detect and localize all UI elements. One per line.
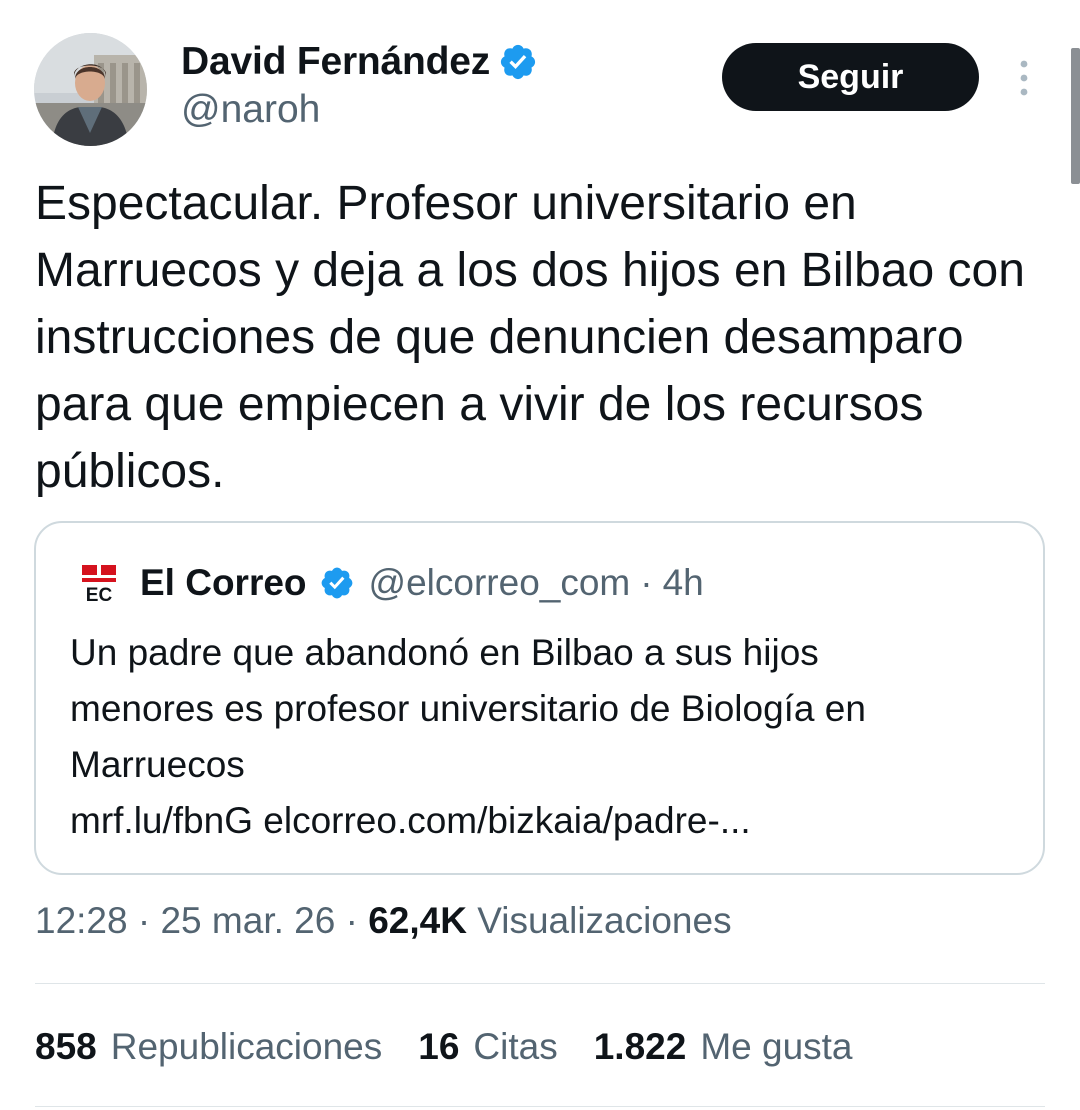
avatar-image xyxy=(34,33,147,146)
quoted-tweet-text: Un padre que abandonó en Bilbao a sus hi… xyxy=(70,625,1030,849)
quoted-meta-separator: · xyxy=(640,562,653,603)
tweet-date[interactable]: 25 mar. 26 xyxy=(160,900,335,941)
views-count: 62,4K xyxy=(368,900,467,941)
likes-count: 1.822 xyxy=(593,1026,687,1067)
quoted-tweet-link[interactable]: mrf.lu/fbnG elcorreo.com/bizkaia/padre-.… xyxy=(70,793,1030,849)
tweet-text: Espectacular. Profesor universitario en … xyxy=(35,177,1025,498)
author-handle[interactable]: @naroh xyxy=(181,88,320,132)
el-correo-logo-icon[interactable]: EC xyxy=(80,563,118,603)
more-options-icon[interactable] xyxy=(1010,58,1038,98)
quoted-tweet-header: EC El Correo @elcorreo_com · 4h xyxy=(80,559,704,607)
quoted-tweet-time[interactable]: 4h xyxy=(663,562,704,604)
follow-button[interactable]: Seguir xyxy=(722,43,979,111)
views-label: Visualizaciones xyxy=(477,900,732,941)
quoted-author-handle[interactable]: @elcorreo_com xyxy=(369,562,631,604)
quoted-verified-badge-icon xyxy=(321,567,352,599)
divider xyxy=(35,1106,1045,1107)
reposts-label: Republicaciones xyxy=(110,1026,383,1067)
likes-stat[interactable]: 1.822 Me gusta xyxy=(594,1026,853,1068)
reposts-stat[interactable]: 858 Republicaciones xyxy=(35,1026,382,1068)
scrollbar[interactable] xyxy=(1071,48,1080,184)
quoted-text-line: Un padre que abandonó en Bilbao a sus hi… xyxy=(70,632,819,673)
quoted-text-line: menores es profesor universitario de Bio… xyxy=(70,688,866,729)
quotes-stat[interactable]: 16 Citas xyxy=(418,1026,557,1068)
meta-separator: · xyxy=(345,900,358,941)
meta-separator: · xyxy=(137,900,151,941)
avatar[interactable] xyxy=(34,33,147,146)
engagement-stats: 858 Republicaciones 16 Citas 1.822 Me gu… xyxy=(35,1026,853,1068)
divider xyxy=(35,983,1045,984)
tweet-meta-row: 12:28 · 25 mar. 26 · 62,4K Visualizacion… xyxy=(35,900,732,942)
reposts-count: 858 xyxy=(35,1026,97,1067)
quotes-label: Citas xyxy=(473,1026,558,1067)
quoted-author-name[interactable]: El Correo xyxy=(140,562,307,604)
likes-label: Me gusta xyxy=(700,1026,853,1067)
verified-badge-icon[interactable] xyxy=(498,42,538,82)
el-correo-logo-text: EC xyxy=(86,585,113,603)
tweet-time[interactable]: 12:28 xyxy=(35,900,128,941)
author-name[interactable]: David Fernández xyxy=(181,40,490,84)
quotes-count: 16 xyxy=(418,1026,460,1067)
author-name-row[interactable]: David Fernández xyxy=(181,38,538,86)
quoted-tweet-card[interactable]: EC El Correo @elcorreo_com · 4h Un padre… xyxy=(34,521,1045,875)
quoted-text-line: Marruecos xyxy=(70,744,245,785)
